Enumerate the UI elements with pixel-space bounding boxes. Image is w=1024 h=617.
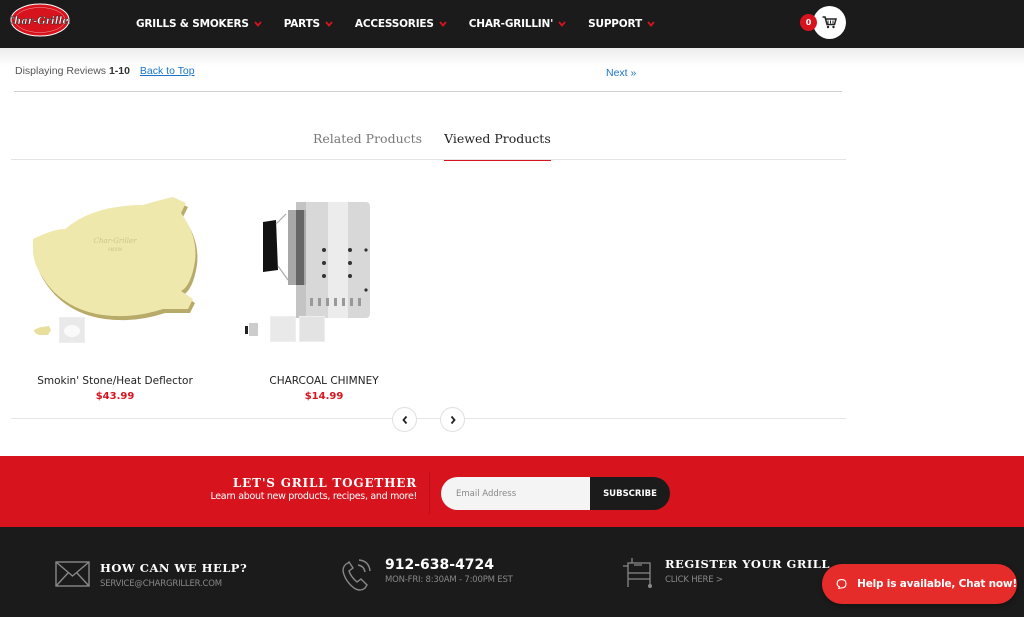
product-price: $43.99 — [95, 391, 135, 402]
chevron-down-icon — [647, 21, 655, 27]
svg-text:Char-Griller: Char-Griller — [94, 237, 138, 245]
thumbnail[interactable] — [241, 316, 267, 342]
chevron-left-icon — [401, 415, 407, 424]
next-page-link[interactable]: Next » — [606, 67, 636, 79]
thumbnail[interactable] — [270, 316, 296, 342]
register-click-here-link[interactable]: CLICK HERE > — [665, 575, 830, 585]
main-nav: GRILLS & SMOKERS PARTS ACCESSORIES CHAR-… — [136, 0, 677, 48]
tab-related-products[interactable]: Related Products — [313, 131, 422, 161]
support-hours: MON-FRI: 8:30AM - 7:00PM EST — [385, 575, 513, 585]
nav-parts[interactable]: PARTS — [284, 18, 333, 30]
nav-label: PARTS — [283, 18, 320, 30]
chat-label: Help is available, Chat now! — [857, 578, 1017, 590]
divider — [429, 472, 430, 514]
chevron-down-icon — [254, 21, 262, 27]
carousel-next-button[interactable] — [440, 407, 465, 432]
product-thumbnails — [30, 317, 88, 343]
newsletter-banner: LET'S GRILL TOGETHER Learn about new pro… — [0, 456, 1024, 527]
reviews-range-text: Displaying Reviews 1-10 Back to Top — [15, 65, 195, 77]
product-name[interactable]: CHARCOAL CHIMNEY — [269, 375, 378, 387]
nav-label: CHAR-GRILLIN' — [468, 18, 554, 30]
chevron-down-icon — [439, 21, 447, 27]
newsletter-title: LET'S GRILL TOGETHER — [232, 476, 417, 490]
nav-char-grillin[interactable]: CHAR-GRILLIN' — [469, 18, 566, 30]
divider — [11, 418, 846, 419]
chat-now-button[interactable]: Help is available, Chat now! — [822, 564, 1017, 604]
nav-label: SUPPORT — [588, 18, 642, 30]
subscribe-button[interactable]: SUBSCRIBE — [590, 477, 670, 510]
chevron-down-icon — [558, 21, 566, 27]
register-title: REGISTER YOUR GRILL — [665, 557, 830, 571]
thumbnail[interactable] — [299, 316, 325, 342]
reviews-prefix: Displaying Reviews — [15, 65, 109, 77]
email-input[interactable] — [441, 477, 593, 510]
help-email-link[interactable]: SERVICE@CHARGRILLER.COM — [100, 579, 247, 589]
divider — [11, 159, 846, 160]
thumbnail[interactable] — [59, 317, 85, 343]
charcoal-chimney-image[interactable] — [258, 200, 378, 322]
help-contact: HOW CAN WE HELP? SERVICE@CHARGRILLER.COM — [55, 561, 247, 589]
carousel-prev-button[interactable] — [392, 407, 417, 432]
reviews-range: 1-10 — [108, 65, 130, 77]
product-thumbnails — [241, 316, 328, 342]
tab-viewed-products[interactable]: Viewed Products — [444, 131, 551, 161]
product-name[interactable]: Smokin' Stone/Heat Deflector — [37, 375, 193, 387]
nav-accessories[interactable]: ACCESSORIES — [355, 18, 447, 30]
product-tabs: Related Products Viewed Products — [313, 131, 551, 161]
envelope-icon — [55, 561, 90, 587]
phone-icon — [342, 559, 371, 591]
cart-button[interactable] — [813, 6, 846, 39]
back-to-top-link[interactable]: Back to Top — [140, 65, 195, 77]
nav-label: ACCESSORIES — [354, 18, 434, 30]
svg-text:Char-Griller: Char-Griller — [10, 16, 70, 27]
chevron-right-icon — [450, 415, 456, 424]
phone-number-link[interactable]: 912-638-4724 — [385, 557, 513, 573]
nav-support[interactable]: SUPPORT — [588, 18, 655, 30]
cart-count-badge: 0 — [800, 14, 817, 31]
cart-icon — [822, 16, 837, 29]
divider — [14, 91, 842, 92]
heat-deflector-image[interactable]: Char-Griller AKORN — [25, 195, 200, 325]
chevron-down-icon — [325, 21, 333, 27]
product-price: $14.99 — [304, 391, 344, 402]
nav-label: GRILLS & SMOKERS — [136, 18, 249, 30]
char-griller-logo[interactable]: Char-Griller — [6, 3, 75, 37]
nav-grills-smokers[interactable]: GRILLS & SMOKERS — [136, 18, 262, 30]
phone-contact: 912-638-4724 MON-FRI: 8:30AM - 7:00PM ES… — [340, 557, 513, 593]
thumbnail[interactable] — [30, 317, 56, 343]
register-grill: REGISTER YOUR GRILL CLICK HERE > — [622, 557, 830, 589]
svg-text:AKORN: AKORN — [108, 247, 122, 252]
chat-bubble-icon — [836, 579, 847, 590]
header-shadow — [0, 48, 1024, 66]
newsletter-subtitle: Learn about new products, recipes, and m… — [210, 491, 417, 502]
help-title: HOW CAN WE HELP? — [100, 561, 248, 575]
site-header: Char-Griller GRILLS & SMOKERS PARTS ACCE… — [0, 0, 1024, 48]
grill-icon — [623, 558, 652, 588]
